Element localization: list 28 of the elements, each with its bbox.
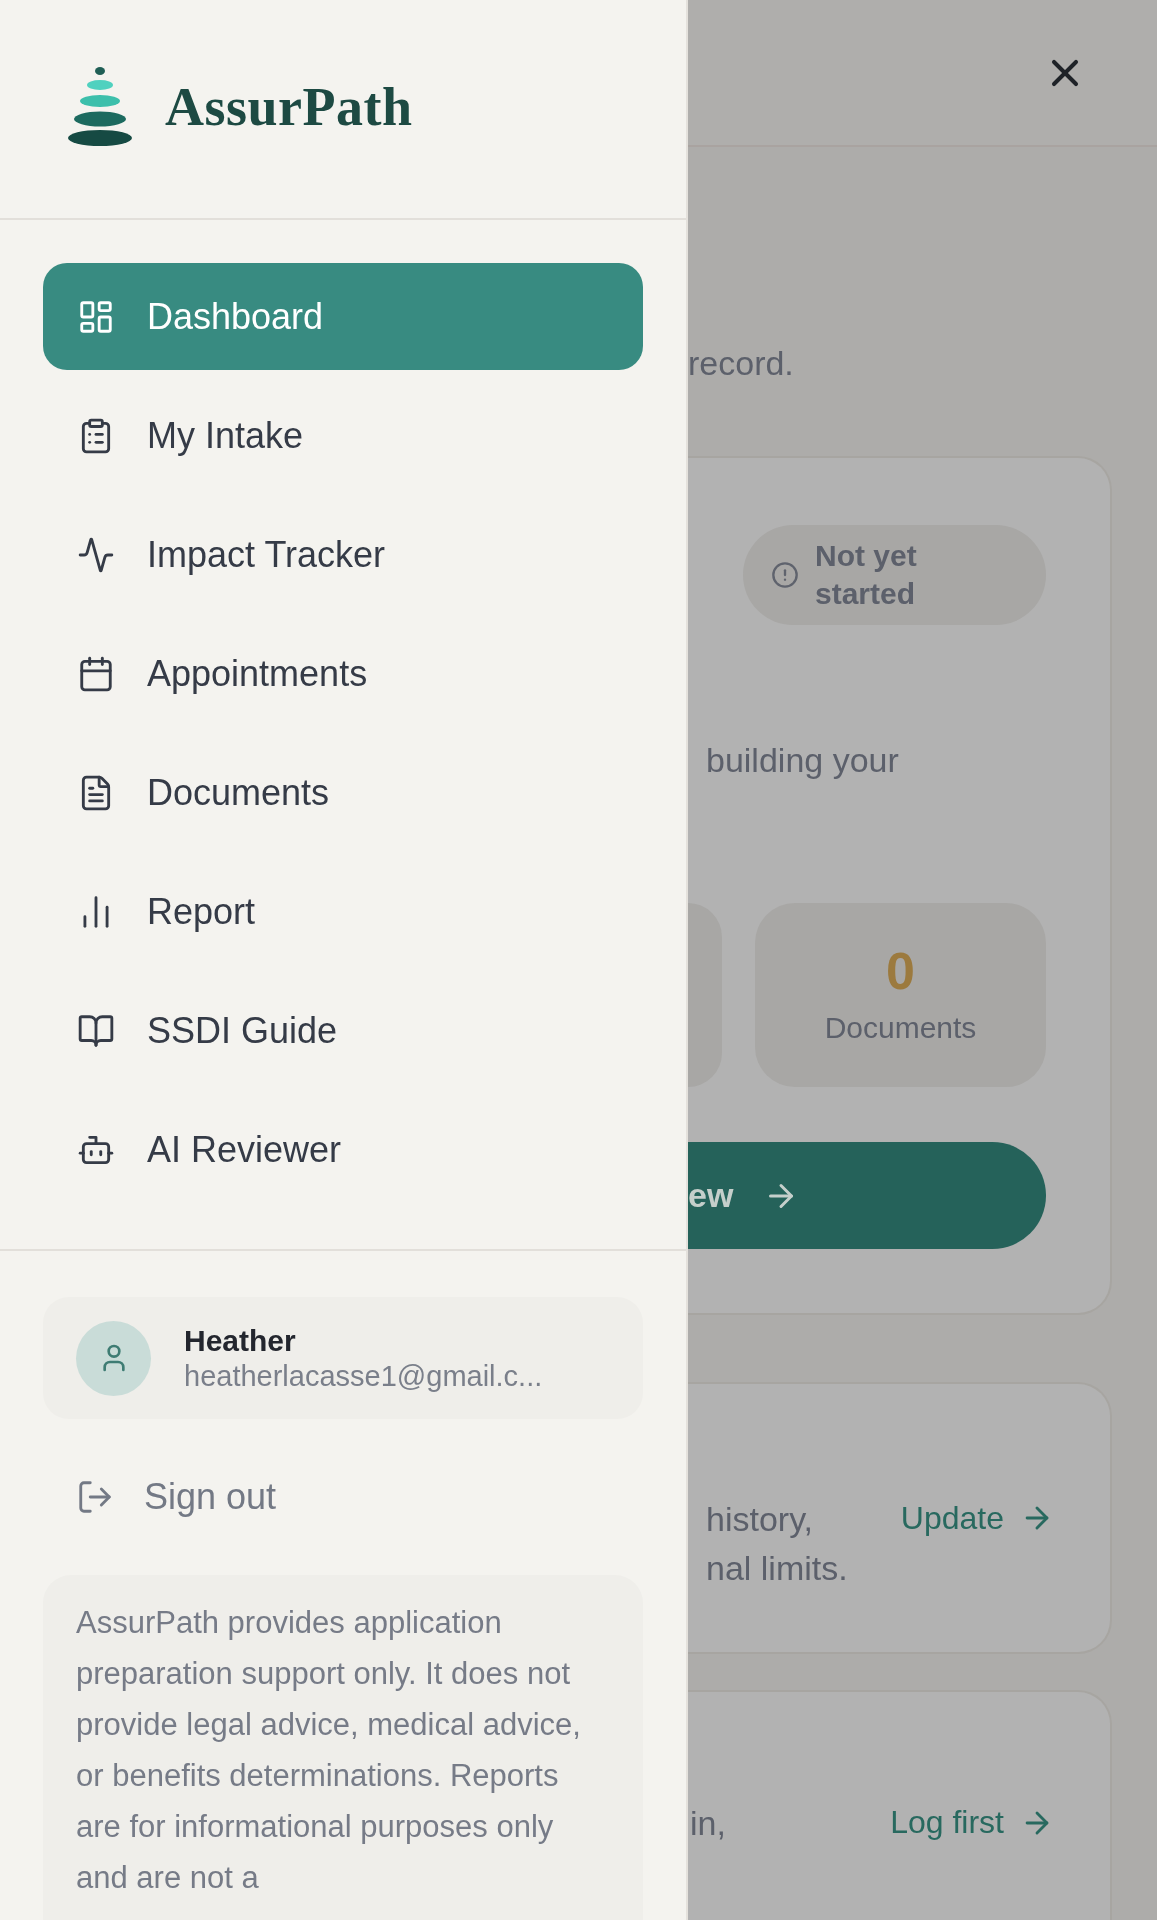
status-text: Not yet started	[815, 538, 918, 612]
nav-item[interactable]: Documents	[43, 739, 643, 846]
primary-button[interactable]: ew	[688, 1142, 1046, 1249]
sign-out-button[interactable]: Sign out	[43, 1455, 277, 1539]
nav-icon	[77, 654, 115, 693]
description-text: building your	[706, 741, 899, 780]
task-text: nal limits.	[706, 1549, 848, 1588]
sign-out-icon	[76, 1478, 114, 1516]
nav-item[interactable]: Appointments	[43, 620, 643, 727]
nav-item[interactable]: Impact Tracker	[43, 501, 643, 608]
task-text: history,	[706, 1500, 815, 1539]
nav-item[interactable]: AI Reviewer	[43, 1096, 643, 1203]
disclaimer-text: AssurPath provides application preparation support only. It does not provide legal advice, medical advice, or benefits determinations. Reports are for informational purposes only and are not a	[76, 1604, 582, 1897]
brand-name: AssurPath	[165, 76, 413, 138]
stat-label: Documents	[824, 1011, 977, 1045]
user-name: Heather	[184, 1323, 297, 1358]
logo-icon	[67, 66, 133, 148]
user-email: heatherlacasse1@gmail.c...	[184, 1359, 543, 1393]
stat-value: 0	[886, 945, 915, 997]
nav-icon	[77, 535, 115, 574]
intro-text: record.	[688, 344, 794, 383]
nav-item[interactable]: SSDI Guide	[43, 977, 643, 1084]
task-text: in,	[690, 1804, 726, 1843]
user-card[interactable]: Heather heatherlacasse1@gmail.c...	[43, 1297, 643, 1419]
alert-icon	[771, 561, 799, 589]
nav-item[interactable]: My Intake	[43, 382, 643, 489]
nav-item[interactable]: Dashboard	[43, 263, 643, 370]
nav-item[interactable]: Report	[43, 858, 643, 965]
